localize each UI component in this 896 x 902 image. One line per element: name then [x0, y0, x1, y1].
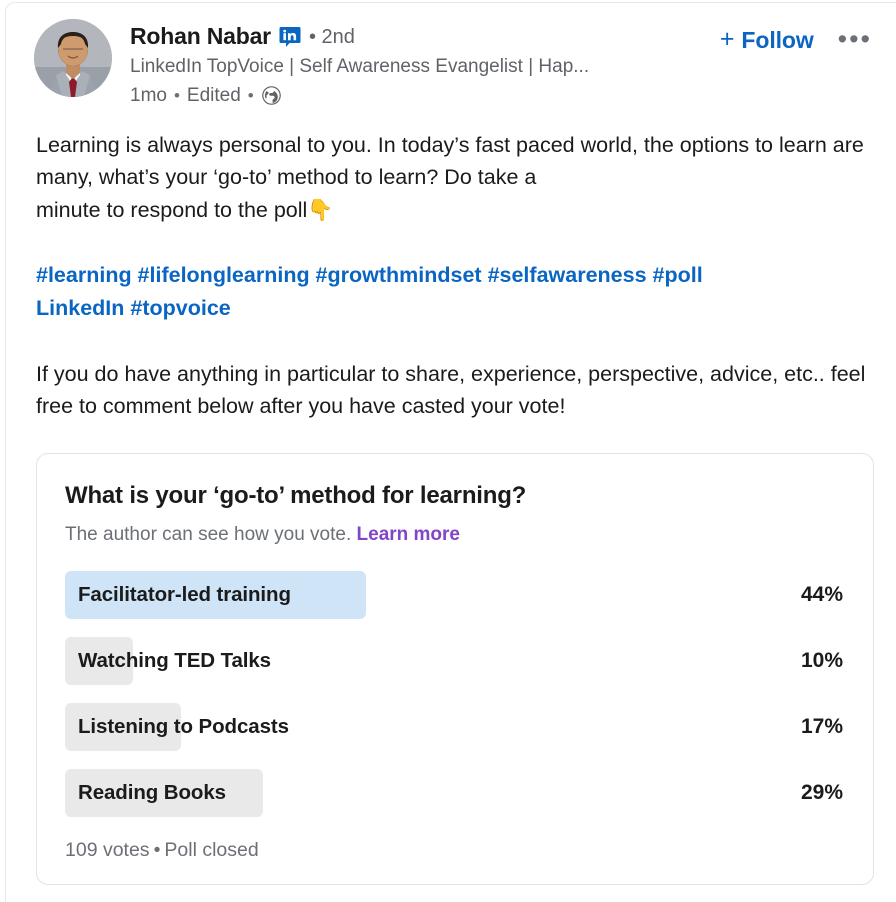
poll-option[interactable]: Facilitator-led training 44%	[65, 571, 845, 620]
poll-option-label: Watching TED Talks	[78, 649, 271, 673]
poll-options-list: Facilitator-led training 44% Watching TED …	[65, 571, 845, 818]
poll-footer-separator: •	[153, 839, 161, 862]
poll-option-percent: 44%	[800, 583, 843, 607]
post-paragraph-1: Learning is always personal to you. In t…	[36, 129, 868, 227]
learn-more-link[interactable]: Learn more	[357, 524, 460, 545]
author-identity: Rohan Nabar • 2nd LinkedIn TopVoice | Se…	[112, 19, 720, 107]
content-spacer-2	[36, 326, 868, 358]
author-name-row: Rohan Nabar • 2nd	[130, 25, 720, 48]
poll-option-percent: 10%	[800, 649, 843, 673]
post-content: Learning is always personal to you. In t…	[6, 107, 896, 423]
poll-question: What is your ‘go-to’ method for learning…	[65, 481, 527, 509]
author-name[interactable]: Rohan Nabar	[130, 25, 271, 48]
poll-option-percent: 29%	[800, 781, 843, 805]
poll-option-label: Reading Books	[78, 781, 226, 805]
meta-separator-1: •	[173, 86, 180, 106]
post-paragraph-2: If you do have anything in particular to…	[36, 361, 866, 419]
poll-option-percent: 17%	[800, 715, 843, 739]
poll-vote-count: 109 votes	[65, 839, 150, 862]
poll-option[interactable]: Watching TED Talks 10%	[65, 637, 845, 686]
post-edited-label: Edited	[186, 84, 241, 106]
poll-card: What is your ‘go-to’ method for learning…	[36, 452, 874, 886]
poll-footer: 109 votes • Poll closed	[65, 839, 845, 862]
poll-option-label: Listening to Podcasts	[78, 715, 289, 739]
poll-subtitle: The author can see how you vote. Learn m…	[65, 523, 845, 548]
post-paragraph-1-line2: minute to respond to the poll	[36, 198, 308, 223]
linkedin-post-card: Rohan Nabar • 2nd LinkedIn TopVoice | Se…	[5, 2, 896, 902]
follow-button-label: Follow	[741, 27, 814, 53]
post-header-actions: + Follow •••	[720, 19, 874, 54]
poll-status: Poll closed	[164, 839, 259, 862]
author-headline: LinkedIn TopVoice | Self Awareness Evang…	[130, 56, 590, 77]
more-options-icon[interactable]: •••	[838, 26, 874, 52]
content-spacer-1	[36, 227, 868, 259]
post-paragraph-1-text: Learning is always personal to you. In t…	[36, 132, 864, 190]
meta-separator-2: •	[247, 86, 254, 106]
poll-option[interactable]: Listening to Podcasts 17%	[65, 703, 845, 752]
hashtags-line-1[interactable]: #learning #lifelonglearning #growthminds…	[36, 263, 703, 287]
globe-icon	[261, 85, 282, 106]
poll-subtitle-text: The author can see how you vote.	[65, 523, 352, 545]
avatar[interactable]	[34, 19, 112, 97]
avatar-photo-icon	[34, 19, 112, 97]
hashtags-line-2[interactable]: LinkedIn #topvoice	[36, 296, 231, 320]
post-header: Rohan Nabar • 2nd LinkedIn TopVoice | Se…	[6, 3, 896, 107]
connection-degree: • 2nd	[308, 25, 355, 48]
post-time: 1mo	[130, 84, 167, 106]
linkedin-verified-badge-icon	[279, 26, 301, 48]
post-hashtags: #learning #lifelonglearning #growthminds…	[36, 259, 868, 326]
follow-button[interactable]: + Follow	[720, 27, 814, 54]
poll-option[interactable]: Reading Books 29%	[65, 769, 845, 818]
plus-icon: +	[719, 25, 735, 53]
pointing-down-emoji-icon: 👇	[307, 199, 334, 223]
poll-option-label: Facilitator-led training	[78, 583, 291, 607]
post-meta-row: 1mo • Edited •	[130, 85, 720, 107]
